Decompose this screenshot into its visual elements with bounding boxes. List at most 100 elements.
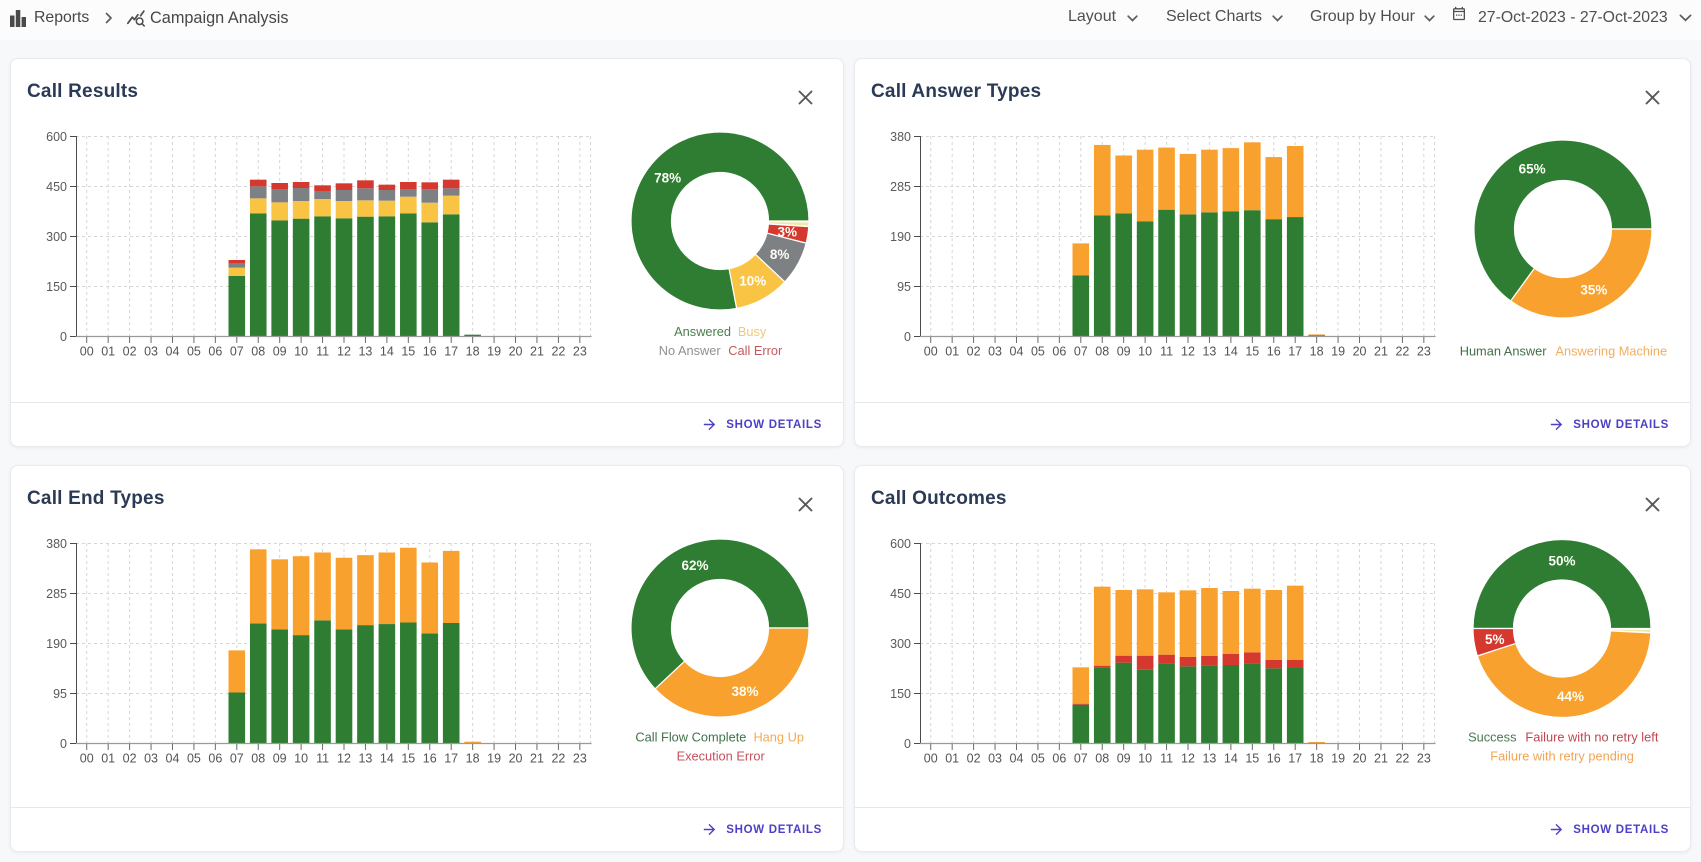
svg-text:11: 11 xyxy=(1160,345,1173,359)
svg-text:02: 02 xyxy=(123,345,137,359)
svg-text:07: 07 xyxy=(230,752,244,766)
svg-text:15: 15 xyxy=(1245,345,1259,359)
svg-text:3%: 3% xyxy=(777,225,797,240)
svg-text:11: 11 xyxy=(316,752,329,766)
svg-text:22: 22 xyxy=(551,752,565,766)
svg-text:17: 17 xyxy=(444,345,458,359)
svg-text:21: 21 xyxy=(530,345,544,359)
svg-text:01: 01 xyxy=(101,345,115,359)
svg-text:35%: 35% xyxy=(1580,283,1607,298)
svg-text:Busy: Busy xyxy=(738,324,767,339)
svg-text:07: 07 xyxy=(230,345,244,359)
svg-text:09: 09 xyxy=(273,345,287,359)
svg-text:06: 06 xyxy=(1052,345,1066,359)
svg-text:13: 13 xyxy=(358,345,372,359)
svg-text:13: 13 xyxy=(1202,345,1216,359)
svg-text:10: 10 xyxy=(294,752,308,766)
svg-text:0: 0 xyxy=(904,737,911,751)
svg-text:78%: 78% xyxy=(654,171,681,186)
svg-text:150: 150 xyxy=(890,687,911,701)
svg-text:05: 05 xyxy=(1031,752,1045,766)
svg-text:18: 18 xyxy=(1310,752,1324,766)
svg-text:05: 05 xyxy=(187,752,201,766)
svg-text:17: 17 xyxy=(1288,345,1302,359)
svg-text:Success: Success xyxy=(1468,730,1516,745)
svg-text:12: 12 xyxy=(1181,345,1195,359)
svg-text:380: 380 xyxy=(890,130,911,144)
svg-text:15: 15 xyxy=(401,752,415,766)
svg-text:0: 0 xyxy=(60,330,67,344)
svg-text:14: 14 xyxy=(380,752,394,766)
svg-text:62%: 62% xyxy=(681,558,708,573)
svg-text:23: 23 xyxy=(1417,752,1431,766)
svg-text:07: 07 xyxy=(1074,345,1088,359)
svg-text:06: 06 xyxy=(208,345,222,359)
svg-text:01: 01 xyxy=(945,345,959,359)
svg-text:04: 04 xyxy=(1010,752,1024,766)
svg-text:03: 03 xyxy=(144,752,158,766)
svg-text:22: 22 xyxy=(551,345,565,359)
svg-text:Execution Error: Execution Error xyxy=(677,749,766,764)
svg-text:17: 17 xyxy=(444,752,458,766)
svg-text:Hang Up: Hang Up xyxy=(753,730,804,745)
svg-text:10: 10 xyxy=(294,345,308,359)
svg-text:450: 450 xyxy=(890,587,911,601)
svg-text:Answering Machine: Answering Machine xyxy=(1555,344,1667,359)
svg-text:11: 11 xyxy=(316,345,329,359)
svg-text:10: 10 xyxy=(1138,752,1152,766)
svg-text:02: 02 xyxy=(967,752,981,766)
svg-text:21: 21 xyxy=(1374,752,1388,766)
svg-text:08: 08 xyxy=(1095,752,1109,766)
svg-text:22: 22 xyxy=(1395,345,1409,359)
svg-text:Call Flow Complete: Call Flow Complete xyxy=(635,730,746,745)
svg-text:Failure with no retry left: Failure with no retry left xyxy=(1525,730,1658,745)
svg-text:18: 18 xyxy=(466,752,480,766)
svg-text:18: 18 xyxy=(1310,345,1324,359)
svg-text:300: 300 xyxy=(890,637,911,651)
svg-text:03: 03 xyxy=(144,345,158,359)
svg-text:07: 07 xyxy=(1074,752,1088,766)
svg-text:20: 20 xyxy=(509,345,523,359)
svg-text:01: 01 xyxy=(945,752,959,766)
svg-text:09: 09 xyxy=(1117,345,1131,359)
svg-text:03: 03 xyxy=(988,752,1002,766)
svg-text:16: 16 xyxy=(423,752,437,766)
svg-text:19: 19 xyxy=(487,752,501,766)
svg-text:00: 00 xyxy=(80,752,94,766)
svg-text:16: 16 xyxy=(1267,345,1281,359)
svg-text:50%: 50% xyxy=(1548,554,1575,569)
svg-text:65%: 65% xyxy=(1519,161,1546,176)
svg-text:00: 00 xyxy=(924,345,938,359)
svg-text:04: 04 xyxy=(166,345,180,359)
svg-text:14: 14 xyxy=(1224,752,1238,766)
svg-text:600: 600 xyxy=(890,537,911,551)
svg-text:13: 13 xyxy=(1202,752,1216,766)
svg-text:95: 95 xyxy=(897,280,911,294)
svg-text:No Answer: No Answer xyxy=(659,343,722,358)
svg-text:09: 09 xyxy=(1117,752,1131,766)
svg-text:14: 14 xyxy=(380,345,394,359)
svg-text:5%: 5% xyxy=(1485,632,1505,647)
svg-text:12: 12 xyxy=(337,752,351,766)
svg-text:06: 06 xyxy=(1052,752,1066,766)
svg-text:23: 23 xyxy=(573,752,587,766)
svg-text:03: 03 xyxy=(988,345,1002,359)
svg-text:19: 19 xyxy=(1331,345,1345,359)
svg-text:16: 16 xyxy=(1267,752,1281,766)
svg-text:Call Error: Call Error xyxy=(728,343,783,358)
svg-text:04: 04 xyxy=(166,752,180,766)
svg-text:150: 150 xyxy=(46,280,67,294)
svg-text:190: 190 xyxy=(890,230,911,244)
svg-text:13: 13 xyxy=(358,752,372,766)
svg-text:23: 23 xyxy=(573,345,587,359)
svg-text:20: 20 xyxy=(1353,345,1367,359)
svg-text:44%: 44% xyxy=(1557,689,1584,704)
svg-text:15: 15 xyxy=(1245,752,1259,766)
svg-text:380: 380 xyxy=(46,537,67,551)
svg-text:18: 18 xyxy=(466,345,480,359)
svg-text:11: 11 xyxy=(1160,752,1173,766)
svg-text:19: 19 xyxy=(1331,752,1345,766)
svg-text:08: 08 xyxy=(251,752,265,766)
svg-text:Answered: Answered xyxy=(674,324,731,339)
svg-text:600: 600 xyxy=(46,130,67,144)
